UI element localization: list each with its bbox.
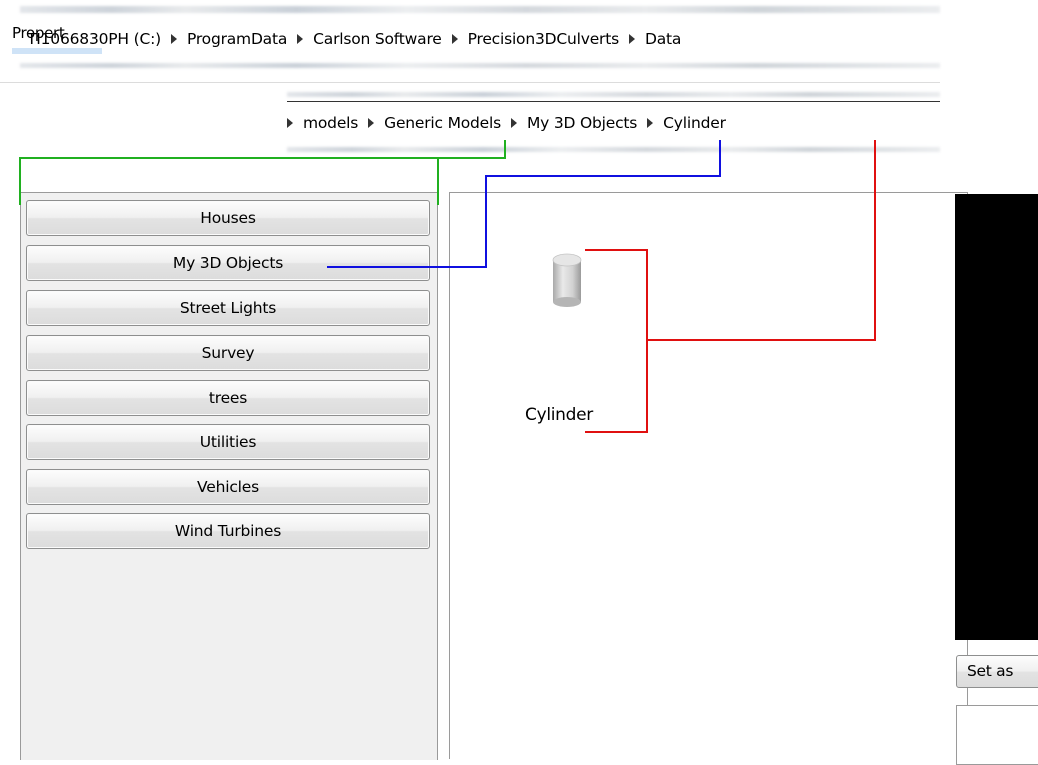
path-continued-top-strip bbox=[287, 92, 940, 97]
breadcrumb-item-cylinder[interactable]: Cylinder bbox=[663, 114, 726, 132]
properties-panel bbox=[956, 705, 1038, 765]
chevron-right-icon[interactable] bbox=[647, 118, 654, 128]
category-button-wind-turbines[interactable]: Wind Turbines bbox=[26, 513, 430, 549]
model-preview-viewport[interactable] bbox=[955, 194, 1038, 640]
category-button-utilities[interactable]: Utilities bbox=[26, 424, 430, 460]
cylinder-icon[interactable] bbox=[551, 250, 583, 308]
category-button-vehicles[interactable]: Vehicles bbox=[26, 469, 430, 505]
category-button-houses[interactable]: Houses bbox=[26, 200, 430, 236]
category-button-my-3d-objects[interactable]: My 3D Objects bbox=[26, 245, 430, 281]
path-continued-bottom-strip bbox=[287, 147, 940, 152]
path-breadcrumb-continued: models Generic Models My 3D Objects Cyli… bbox=[285, 114, 726, 132]
path-bar-bottom-strip bbox=[20, 63, 940, 68]
path-breadcrumb: TI1066830PH (C:) ProgramData Carlson Sof… bbox=[27, 30, 681, 48]
breadcrumb-item-models[interactable]: models bbox=[303, 114, 358, 132]
chevron-right-icon[interactable] bbox=[297, 34, 304, 44]
breadcrumb-item-generic-models[interactable]: Generic Models bbox=[384, 114, 501, 132]
category-panel: Houses My 3D Objects Street Lights Surve… bbox=[20, 192, 438, 760]
breadcrumb-item-precision3dculverts[interactable]: Precision3DCulverts bbox=[468, 30, 620, 48]
breadcrumb-item-data[interactable]: Data bbox=[645, 30, 681, 48]
category-button-trees[interactable]: trees bbox=[26, 380, 430, 416]
properties-label: Propert bbox=[12, 24, 65, 42]
chevron-right-icon[interactable] bbox=[628, 34, 635, 44]
chevron-right-icon[interactable] bbox=[451, 34, 458, 44]
item-label-cylinder[interactable]: Cylinder bbox=[525, 405, 593, 425]
window-top-strip bbox=[20, 6, 940, 13]
chevron-right-icon[interactable] bbox=[170, 34, 177, 44]
category-button-street-lights[interactable]: Street Lights bbox=[26, 290, 430, 326]
chevron-right-icon[interactable] bbox=[287, 118, 293, 128]
path-bar-divider bbox=[0, 82, 940, 83]
breadcrumb-item-programdata[interactable]: ProgramData bbox=[187, 30, 287, 48]
set-as-button[interactable]: Set as bbox=[956, 655, 1038, 688]
model-gallery-panel bbox=[449, 192, 968, 759]
category-button-survey[interactable]: Survey bbox=[26, 335, 430, 371]
chevron-right-icon[interactable] bbox=[368, 118, 375, 128]
path-continued-divider bbox=[287, 101, 940, 102]
breadcrumb-item-my-3d-objects[interactable]: My 3D Objects bbox=[527, 114, 637, 132]
chevron-right-icon[interactable] bbox=[511, 118, 517, 128]
properties-selection-bar bbox=[12, 48, 102, 54]
breadcrumb-item-carlson-software[interactable]: Carlson Software bbox=[313, 30, 442, 48]
